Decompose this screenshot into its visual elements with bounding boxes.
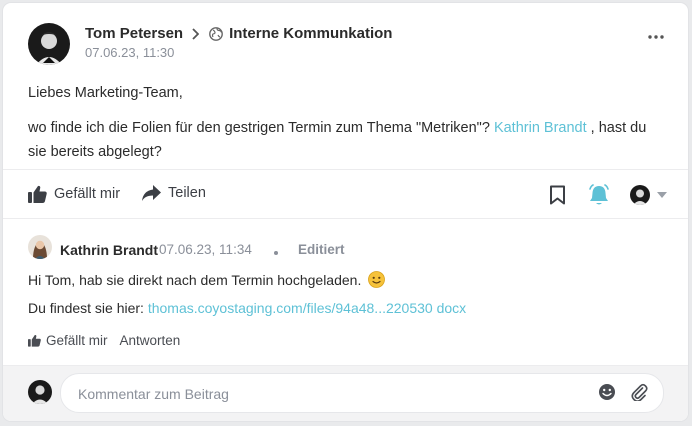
like-button[interactable]: Gefällt mir: [28, 185, 120, 203]
author-name[interactable]: Tom Petersen: [85, 25, 183, 42]
post-card: Tom Petersen Interne Kommunkation 07.06.…: [3, 3, 688, 421]
share-button[interactable]: Teilen: [142, 185, 206, 201]
comment-input-wrapper: [60, 373, 664, 414]
comment-text-2: Du findest sie hier:: [28, 300, 144, 316]
visibility-dropdown[interactable]: [630, 185, 667, 205]
share-icon: [142, 185, 161, 201]
comment-line-1: Hi Tom, hab sie direkt nach dem Termin h…: [28, 271, 386, 291]
current-user-avatar: [28, 380, 52, 404]
divider: [3, 218, 688, 219]
edited-label: Editiert: [298, 242, 345, 257]
comment-actions: Gefällt mir Antworten: [28, 333, 192, 348]
comment-like-button[interactable]: Gefällt mir: [28, 333, 108, 348]
smile-emoji-icon: [368, 271, 386, 291]
post-text: wo finde ich die Folien für den gestrige…: [28, 116, 668, 164]
comment-input[interactable]: [76, 374, 580, 414]
notification-bell-icon[interactable]: [588, 184, 610, 206]
post-actions: Gefällt mir Teilen: [3, 171, 688, 221]
author-row: Tom Petersen Interne Kommunkation: [85, 25, 392, 42]
like-label: Gefällt mir: [54, 186, 121, 202]
author-avatar[interactable]: [28, 23, 70, 65]
thumbs-up-icon: [28, 334, 41, 347]
post-timestamp: 07.06.23, 11:30: [85, 45, 175, 60]
thumbs-up-icon: [28, 185, 47, 203]
user-avatar-small: [630, 185, 650, 205]
globe-icon: [209, 26, 223, 41]
post-header: Tom Petersen Interne Kommunkation 07.06.…: [28, 23, 668, 67]
comment-text-1: Hi Tom, hab sie direkt nach dem Termin h…: [28, 272, 362, 288]
chevron-right-icon: [191, 27, 200, 40]
comment-line-2: Du findest sie hier: thomas.coyostaging.…: [28, 300, 466, 316]
caret-down-icon: [657, 192, 667, 198]
emoji-picker-icon[interactable]: [598, 383, 616, 406]
post-action-icons: [549, 184, 667, 206]
post-text-before: wo finde ich die Folien für den gestrige…: [28, 120, 490, 136]
group-name[interactable]: Interne Kommunkation: [229, 25, 392, 42]
divider: [3, 169, 688, 170]
reply-label: Antworten: [119, 333, 181, 348]
mention-link[interactable]: Kathrin Brandt: [494, 120, 587, 136]
post-greeting: Liebes Marketing-Team,: [28, 85, 183, 101]
more-options-button[interactable]: [644, 25, 668, 49]
comment-author-avatar[interactable]: [28, 235, 52, 259]
comment-author[interactable]: Kathrin Brandt: [60, 242, 158, 258]
comment-composer: [3, 365, 688, 421]
comment-like-label: Gefällt mir: [46, 333, 108, 348]
post-body: Liebes Marketing-Team, wo finde ich die …: [28, 81, 668, 175]
file-link[interactable]: thomas.coyostaging.com/files/94a48...220…: [148, 300, 466, 316]
more-icon: [648, 35, 664, 39]
bookmark-icon[interactable]: [549, 185, 566, 205]
attachment-icon[interactable]: [630, 383, 648, 406]
comment-timestamp: 07.06.23, 11:34: [159, 242, 252, 257]
reply-button[interactable]: Antworten: [120, 333, 181, 348]
share-label: Teilen: [168, 185, 206, 201]
separator-dot: [274, 251, 278, 255]
